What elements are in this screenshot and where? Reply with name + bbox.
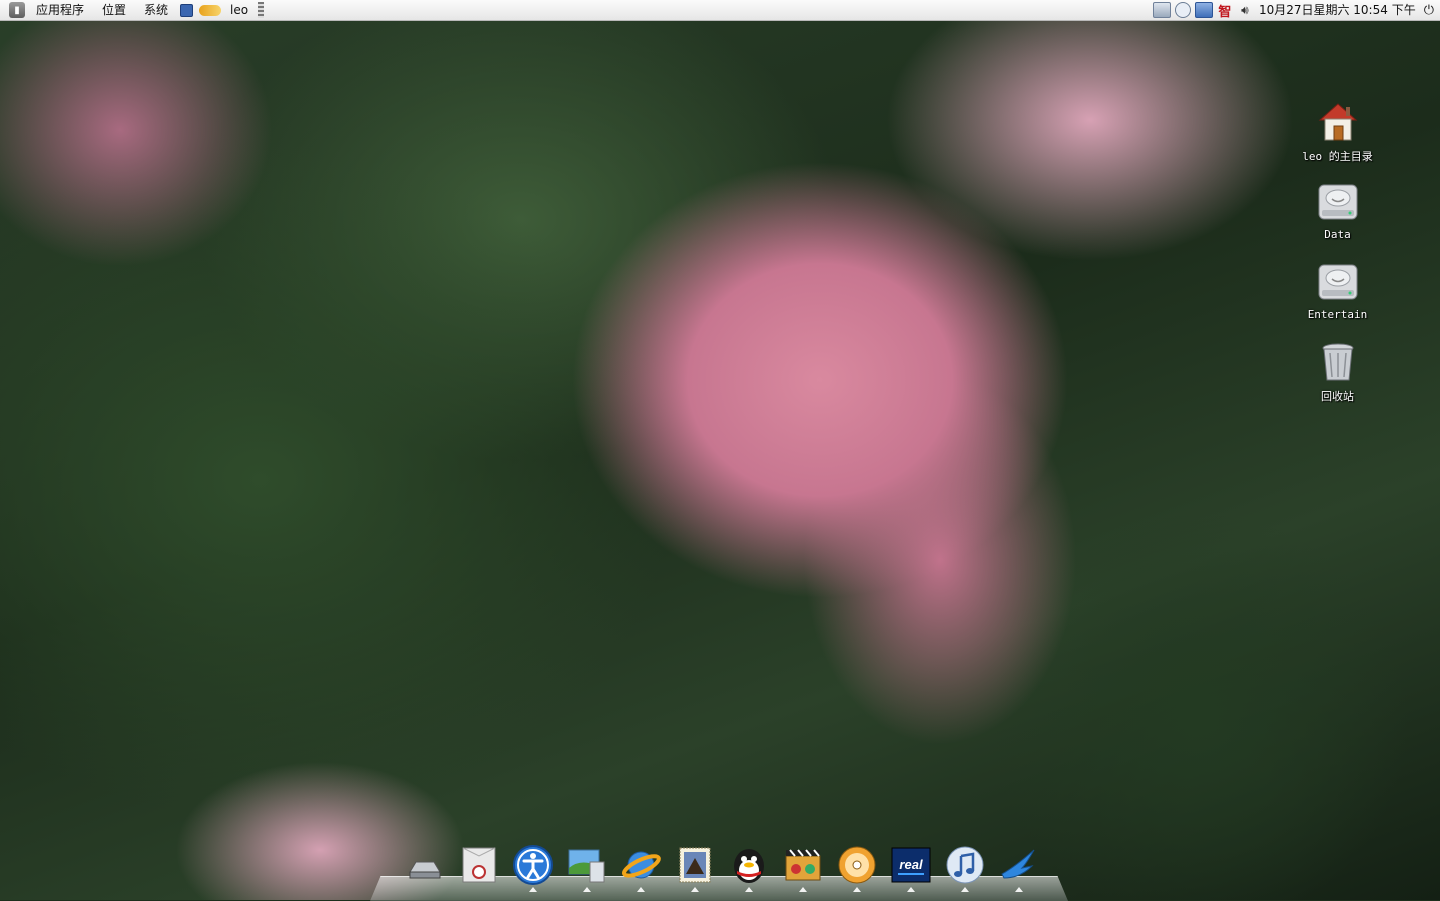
running-indicator (961, 887, 969, 892)
qq-penguin-icon (728, 844, 770, 886)
realplayer-label: real (899, 857, 923, 872)
swallow-bird-icon (998, 844, 1040, 886)
running-indicator (745, 887, 753, 892)
top-panel: ▮ 应用程序 位置 系统 leo 智 🔊︎ 10月27日星期六 10:54 下午… (0, 0, 1440, 21)
music-player-icon (944, 844, 986, 886)
dock-item-video[interactable] (776, 838, 830, 892)
desktop-icon-label: Entertain (1307, 308, 1368, 321)
panel-drag-handle[interactable] (258, 2, 265, 18)
input-method-icon[interactable]: 智 (1217, 3, 1233, 20)
power-icon[interactable]: ⏻ (1422, 3, 1440, 18)
save-launcher-icon[interactable] (180, 3, 194, 17)
desktop-icon-column: leo 的主目录 Data Entertain 回收站 (1290, 100, 1385, 420)
mail-stamp-icon (674, 844, 716, 886)
dock-item-files[interactable] (452, 838, 506, 886)
running-indicator (799, 887, 807, 892)
running-indicator (583, 887, 591, 892)
panel-right: 智 🔊︎ 10月27日星期六 10:54 下午 ⏻ (1151, 0, 1440, 20)
dock-item-drive[interactable] (398, 838, 452, 886)
realplayer-icon: real (890, 844, 932, 886)
web-browser-icon (620, 844, 662, 886)
disc-burner-icon (836, 844, 878, 886)
update-tray-icon[interactable] (1174, 2, 1191, 18)
file-manager-icon (458, 844, 500, 886)
network-tray-icon[interactable] (1152, 2, 1171, 18)
user-switcher[interactable]: leo (224, 0, 256, 20)
running-indicator (529, 887, 537, 892)
dock-item-swallow[interactable] (992, 838, 1046, 892)
dock-item-images[interactable] (560, 838, 614, 892)
dock: real (398, 838, 1046, 892)
desktop-icon-data[interactable]: Data (1290, 180, 1385, 260)
clock[interactable]: 10月27日星期六 10:54 下午 (1255, 0, 1422, 20)
image-viewer-icon (566, 844, 608, 886)
main-menu-icon[interactable]: ▮ (9, 2, 25, 18)
desktop-icon-label: Data (1324, 228, 1351, 241)
video-editor-icon (782, 844, 824, 886)
menu-system[interactable]: 系统 (135, 0, 177, 20)
desktop-icon-label: leo 的主目录 (1302, 150, 1373, 163)
running-indicator (691, 887, 699, 892)
desktop-icon-trash[interactable]: 回收站 (1290, 340, 1385, 420)
menu-applications[interactable]: 应用程序 (27, 0, 93, 20)
running-indicator (853, 887, 861, 892)
volume-icon[interactable]: 🔊︎ (1237, 3, 1253, 17)
dock-item-music[interactable] (938, 838, 992, 892)
desktop-wallpaper (0, 0, 1440, 900)
dock-item-accessibility[interactable] (506, 838, 560, 892)
running-indicator (637, 887, 645, 892)
drive-icon (404, 844, 446, 886)
trash-icon (1316, 340, 1360, 384)
dock-item-burner[interactable] (830, 838, 884, 892)
running-indicator (1015, 887, 1023, 892)
menu-places[interactable]: 位置 (93, 0, 135, 20)
desktop-icon-home[interactable]: leo 的主目录 (1290, 100, 1385, 180)
hard-drive-icon (1316, 180, 1360, 224)
dock-item-qq[interactable] (722, 838, 776, 892)
running-indicator (907, 887, 915, 892)
desktop-icon-entertain[interactable]: Entertain (1290, 260, 1385, 340)
display-tray-icon[interactable] (1194, 2, 1213, 18)
panel-left: ▮ 应用程序 位置 系统 leo (0, 0, 265, 20)
dock-item-mail[interactable] (668, 838, 722, 892)
desktop-icon-label: 回收站 (1321, 390, 1354, 403)
keyring-launcher-icon[interactable] (199, 4, 222, 16)
home-folder-icon (1316, 100, 1360, 144)
accessibility-icon (512, 844, 554, 886)
hard-drive-icon (1316, 260, 1360, 304)
dock-item-realplayer[interactable]: real (884, 838, 938, 892)
dock-item-browser[interactable] (614, 838, 668, 892)
